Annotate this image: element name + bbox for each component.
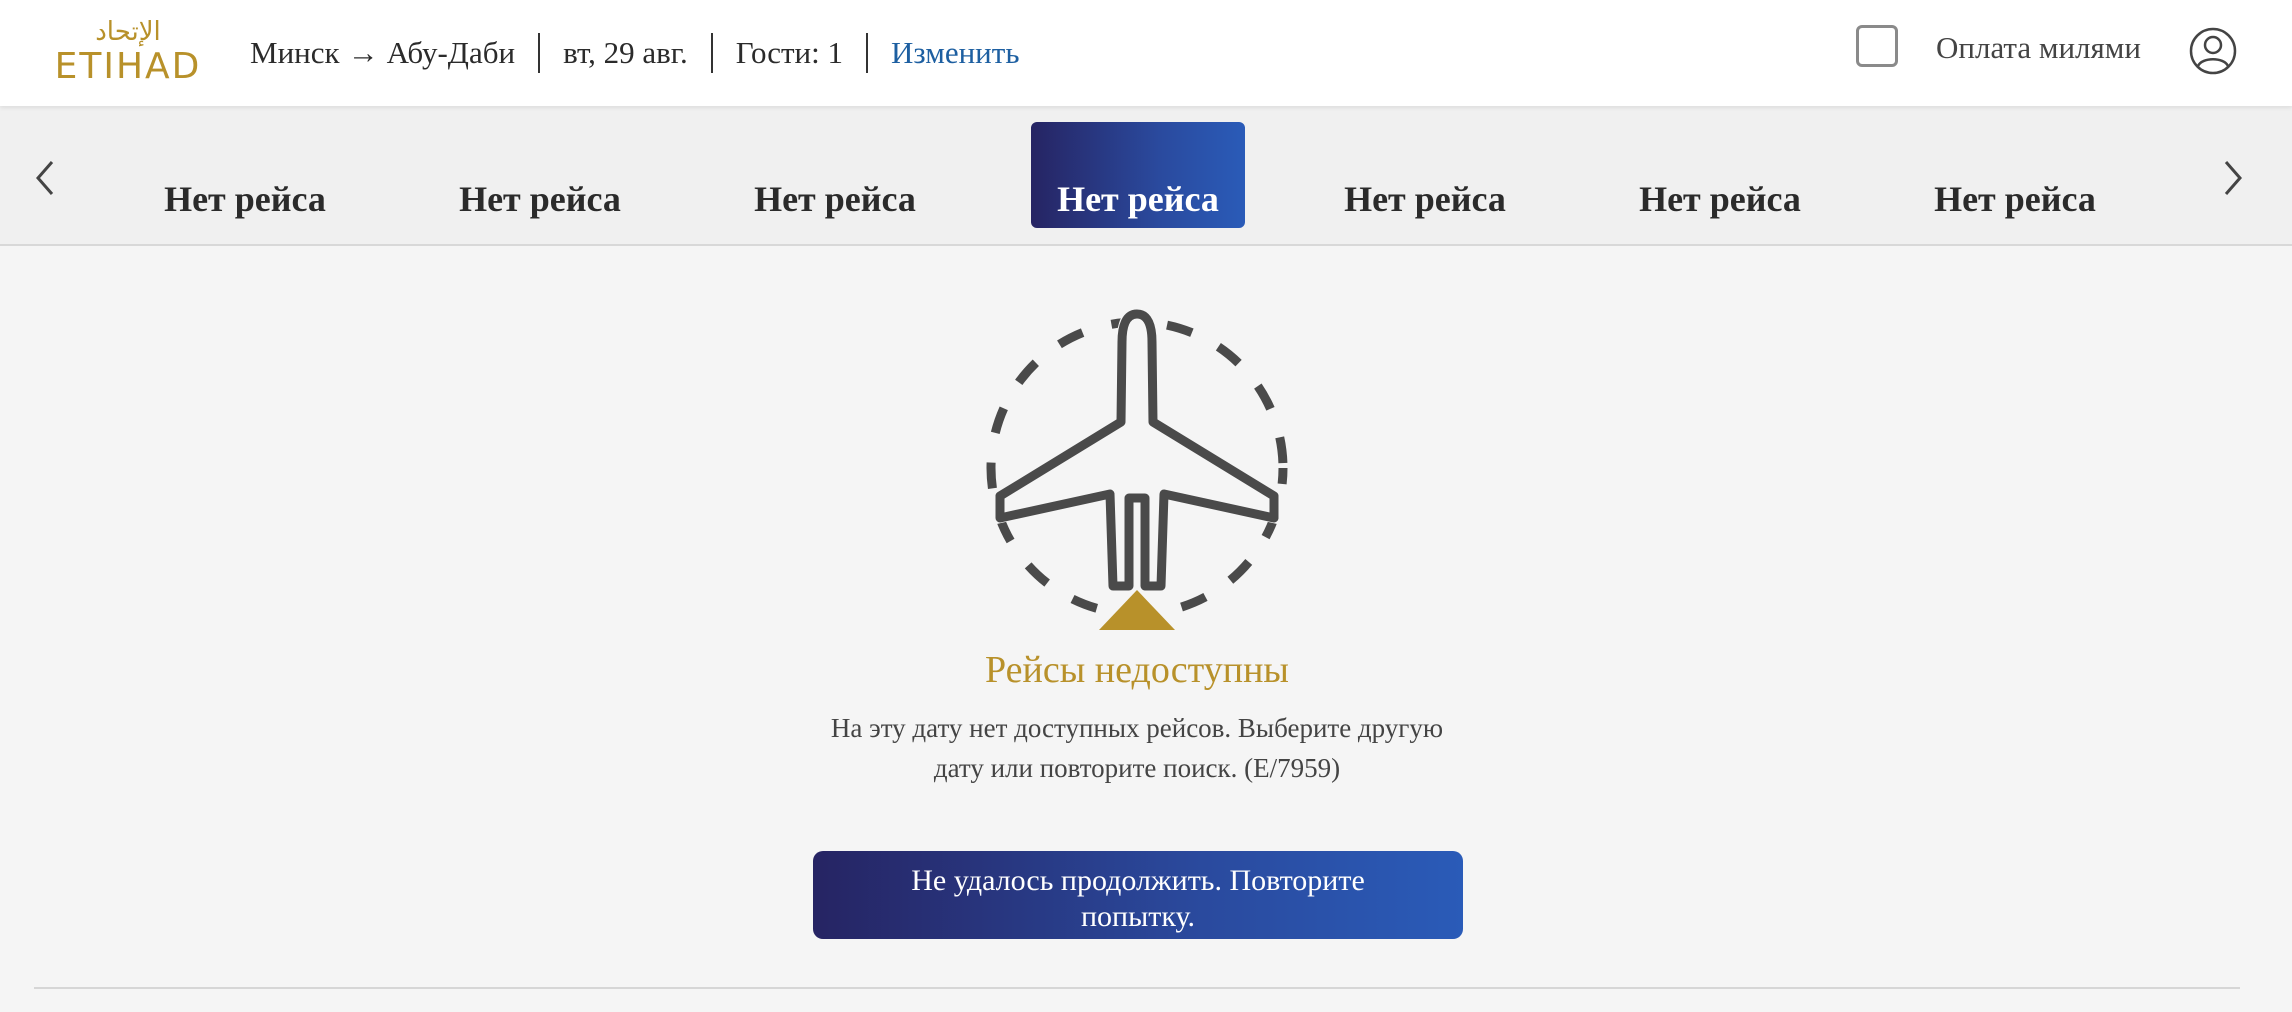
divider bbox=[866, 33, 869, 73]
date-carousel: Нет рейса Нет рейса Нет рейса Нет рейса … bbox=[0, 106, 2292, 246]
guest-count-text: Гости: 1 bbox=[735, 35, 844, 70]
date-option-label: Нет рейса bbox=[1344, 179, 1506, 219]
change-search-link[interactable]: Изменить bbox=[891, 35, 1019, 71]
date-option[interactable]: Нет рейса bbox=[1318, 122, 1532, 228]
date-option-label: Нет рейса bbox=[1057, 179, 1219, 219]
travel-date-text: вт, 29 авг. bbox=[563, 35, 688, 70]
no-flights-title: Рейсы недоступны bbox=[985, 649, 1289, 691]
retry-button[interactable]: Не удалось продолжить. Повторите попытку… bbox=[813, 851, 1463, 939]
date-option-label: Нет рейса bbox=[754, 179, 916, 219]
guest-count: Гости: 1 bbox=[736, 33, 843, 73]
pay-with-miles-label[interactable]: Оплата милями bbox=[1936, 30, 2141, 66]
date-option-label: Нет рейса bbox=[459, 179, 621, 219]
date-option-label: Нет рейса bbox=[1639, 179, 1801, 219]
etihad-logo[interactable]: الإتحاد ETIHAD bbox=[36, 14, 220, 82]
user-account-icon[interactable] bbox=[2188, 26, 2238, 76]
date-option[interactable]: Нет рейса bbox=[138, 122, 352, 228]
travel-date: вт, 29 авг. bbox=[563, 33, 688, 73]
top-header: الإتحاد ETIHAD Минск → Абу-Даби вт, 29 а… bbox=[0, 0, 2292, 106]
logo-latin-text: ETIHAD bbox=[55, 46, 202, 82]
date-option-selected[interactable]: Нет рейса bbox=[1031, 122, 1245, 228]
no-flights-message: На эту дату нет доступных рейсов. Выбери… bbox=[830, 713, 1444, 783]
trip-summary: Минск → Абу-Даби вт, 29 авг. Гости: 1 Из… bbox=[250, 0, 1019, 106]
logo-arabic-text: الإتحاد bbox=[95, 17, 161, 47]
divider bbox=[538, 33, 541, 73]
arrow-right-icon: → bbox=[347, 35, 379, 70]
divider bbox=[710, 33, 713, 73]
chevron-right-icon[interactable] bbox=[2218, 158, 2248, 198]
route-from: Минск bbox=[250, 35, 340, 70]
date-option-label: Нет рейса bbox=[164, 179, 326, 219]
route-to: Абу-Даби bbox=[386, 35, 516, 70]
date-option[interactable]: Нет рейса bbox=[1908, 122, 2122, 228]
plane-circle-icon bbox=[970, 300, 1310, 640]
date-option[interactable]: Нет рейса bbox=[728, 122, 942, 228]
date-option-label: Нет рейса bbox=[1934, 179, 2096, 219]
date-option[interactable]: Нет рейса bbox=[433, 122, 647, 228]
divider bbox=[34, 987, 2240, 989]
route: Минск → Абу-Даби bbox=[250, 33, 515, 73]
date-option[interactable]: Нет рейса bbox=[1613, 122, 1827, 228]
chevron-left-icon[interactable] bbox=[30, 158, 60, 198]
pay-with-miles-checkbox[interactable] bbox=[1856, 25, 1898, 67]
